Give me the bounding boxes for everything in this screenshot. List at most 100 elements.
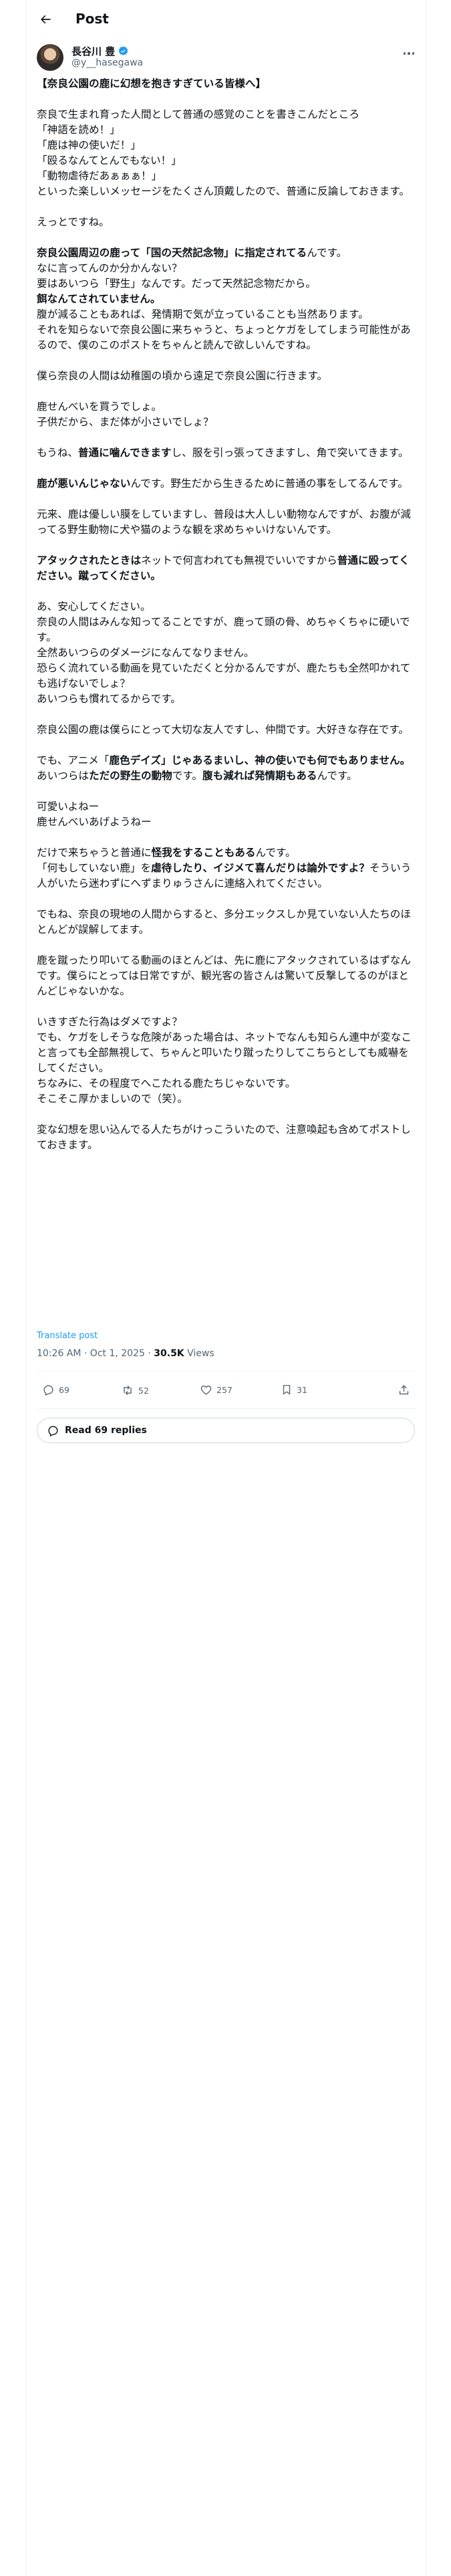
author-name-row[interactable]: 長谷川 豊 (71, 44, 129, 58)
text-segment: でもね、奈良の現地の人間からすると、多分エックスしか見ていない人たちのほとんどが… (37, 908, 411, 936)
bold-text: 奈良公園周辺の鹿って「国の天然記念物」に指定されてる (37, 247, 307, 259)
post-line: 要はあいつら「野生」なんです。だって天然記念物だから。 (37, 276, 416, 292)
reply-icon (42, 1384, 55, 1396)
views-count: 30.5K (154, 1348, 184, 1359)
repost-button[interactable]: 52 (121, 1384, 149, 1397)
reply-button[interactable]: 69 (42, 1384, 69, 1396)
author-row: 長谷川 豊 @y__hasegawa (37, 43, 418, 74)
post-line: 奈良で生まれ育った人間として普通の感覚のことを書きこんだところ (37, 107, 416, 122)
page-title: Post (76, 11, 109, 27)
post-line: 鹿せんべいを買うでしょ。 (37, 399, 416, 415)
translate-post-link[interactable]: Translate post (37, 1331, 98, 1341)
post-line: 可愛いよねー (37, 799, 416, 815)
post-column: Post 長谷川 豊 @y__hasegawa 【奈良公園の鹿に幻想を抱きすぎて… (25, 0, 426, 2576)
post-line: 僕ら奈良の人間は幼稚園の頃から遠足で奈良公園に行きます。 (37, 368, 416, 384)
post-line: もうね、普通に噛んできますし、服を引っ張ってきますし、角で突いてきます。 (37, 445, 416, 461)
text-segment: それを知らないで奈良公園に来ちゃうと、ちょっとケガをしてしまう可能性があるので、… (37, 324, 411, 351)
post-line: ちなみに、その程度でへこたれる鹿たちじゃないです。 (37, 1076, 416, 1091)
post-line: 【奈良公園の鹿に幻想を抱きすぎている皆様へ】 (37, 76, 416, 92)
text-segment: 腹が減ることもあれば、発情期で気が立っていることも当然あります。 (37, 308, 369, 320)
post-paragraph: 可愛いよねー 鹿せんべいあげようねー (37, 799, 416, 830)
post-line: でも、アニメ「鹿色デイズ」じゃあるまいし、神の使いでも何でもありません。あいつら… (37, 753, 416, 784)
post-line: 奈良の人間はみんな知ってることですが、鹿って頭の骨、めちゃくちゃに硬いです。 (37, 615, 416, 645)
text-segment: もうね、 (37, 447, 78, 459)
post-line: 鹿を蹴ったり叩いてる動画のほとんどは、先に鹿にアタックされているはずなんです。僕… (37, 953, 416, 999)
reply-bubble-icon (47, 1424, 59, 1437)
text-segment: んです。 (317, 770, 357, 782)
like-button[interactable]: 257 (200, 1384, 233, 1396)
text-segment: 僕ら奈良の人間は幼稚園の頃から遠足で奈良公園に行きます。 (37, 370, 328, 382)
post-line: 奈良公園の鹿は僕らにとって大切な友人ですし、仲間です。大好きな存在です。 (37, 722, 416, 738)
post-line: 餌なんてされていません。 (37, 292, 416, 307)
post-line: 全然あいつらのダメージになんてなりません。 (37, 645, 416, 661)
text-segment: んです。 (255, 847, 296, 859)
post-line: 「神語を読め！」 (37, 122, 416, 138)
post-paragraph: 鹿せんべいを買うでしょ。子供だから、まだ体が小さいでしょ？ (37, 399, 416, 430)
post-paragraph: 奈良で生まれ育った人間として普通の感覚のことを書きこんだところ 「神語を読め！」「… (37, 107, 416, 199)
timestamp[interactable]: 10:26 AM · Oct 1, 2025 (37, 1348, 145, 1359)
views-label: Views (184, 1348, 214, 1359)
post-line: それを知らないで奈良公園に来ちゃうと、ちょっとケガをしてしまう可能性があるので、… (37, 322, 416, 353)
text-segment: でも、アニメ「 (37, 754, 110, 766)
post-paragraph: 奈良公園の鹿は僕らにとって大切な友人ですし、仲間です。大好きな存在です。 (37, 722, 416, 738)
bold-text: 怪我をすることもある (151, 847, 256, 859)
post-line: いきすぎた行為はダメですよ？ (37, 1014, 416, 1030)
author-handle[interactable]: @y__hasegawa (71, 58, 143, 68)
text-segment: 「動物虐待だあぁぁぁ！」 (37, 170, 162, 182)
post-line: そこそこ厚かましいので（笑）。 (37, 1091, 416, 1107)
post-paragraph: えっとですね。 (37, 215, 416, 230)
text-segment: あ、安心してください。 (37, 601, 151, 613)
post-line: 「動物虐待だあぁぁぁ！」 (37, 169, 416, 184)
post-line: 鹿せんべいあげようねー (37, 815, 416, 830)
post-line: 鹿が悪いんじゃないんです。野生だから生きるために普通の事をしてるんです。 (37, 476, 416, 492)
bookmark-button[interactable]: 31 (281, 1384, 307, 1396)
post-line: なに言ってんのか分かんない？ (37, 261, 416, 276)
text-segment: 変な幻想を思い込んでる人たちがけっこういたので、注意喚起も含めてポストしておきま… (37, 1123, 411, 1151)
post-line: あ、安心してください。 (37, 599, 416, 615)
text-segment: 奈良で生まれ育った人間として普通の感覚のことを書きこんだところ (37, 108, 359, 120)
bold-text: 餌なんてされていません。 (37, 293, 161, 305)
post-paragraph: もうね、普通に噛んできますし、服を引っ張ってきますし、角で突いてきます。 (37, 445, 416, 461)
meta-separator: · (144, 1348, 154, 1359)
text-segment: だけで来ちゃうと普通に (37, 847, 152, 859)
repost-count: 52 (138, 1385, 149, 1396)
text-segment: 元来、鹿は優しい膜をしていますし、普段は大人しい動物なんですが、お腹が減ってる野… (37, 508, 411, 536)
bold-text: 腹も減れば発情期もある (202, 770, 317, 782)
text-segment: んです。 (307, 247, 347, 259)
post-text: 【奈良公園の鹿に幻想を抱きすぎている皆様へ】奈良で生まれ育った人間として普通の感… (37, 76, 416, 1168)
text-segment: し、服を引っ張ってきますし、角で突いてきます。 (171, 447, 409, 459)
read-replies-label: Read 69 replies (65, 1425, 147, 1436)
post-line: 子供だから、まだ体が小さいでしょ？ (37, 415, 416, 430)
bold-text: アタックされたときは (37, 554, 141, 566)
post-line: アタックされたときはネットで何言われても無視でいいですから普通に殴ってください。… (37, 553, 416, 584)
bold-text: 普通に噛んできます (78, 447, 172, 459)
post-line: だけで来ちゃうと普通に怪我をすることもあるんです。 (37, 845, 416, 861)
text-segment: 恐らく流れている動画を見ていただくと分かるんですが、鹿たちも全然叩かれても逃げな… (37, 662, 411, 689)
post-line: 恐らく流れている動画を見ていただくと分かるんですが、鹿たちも全然叩かれても逃げな… (37, 661, 416, 691)
text-segment: 奈良の人間はみんな知ってることですが、鹿って頭の骨、めちゃくちゃに硬いです。 (37, 616, 410, 643)
avatar[interactable] (37, 44, 63, 71)
bookmark-icon (281, 1384, 293, 1396)
text-segment: ちなみに、その程度でへこたれる鹿たちじゃないです。 (37, 1077, 296, 1089)
back-arrow-icon[interactable] (35, 9, 55, 29)
post-paragraph: いきすぎた行為はダメですよ？ でも、ケガをしそうな危険があった場合は、ネットでなん… (37, 1014, 416, 1107)
reply-count: 69 (59, 1385, 69, 1395)
post-line: でも、ケガをしそうな危険があった場合は、ネットでなんも知らん連中が変なこと言って… (37, 1030, 416, 1076)
text-segment: あいつらも慣れてるからです。 (37, 693, 181, 705)
text-segment: 「何もしていない鹿」を (37, 862, 152, 874)
text-segment: 鹿せんべいあげようねー (37, 816, 152, 828)
text-segment: 「神語を読め！」 (37, 124, 120, 136)
post-paragraph: 変な幻想を思い込んでる人たちがけっこういたので、注意喚起も含めてポストしておきま… (37, 1122, 416, 1153)
text-segment: 鹿せんべいを買うでしょ。 (37, 401, 162, 413)
bold-text: 鹿色デイズ」じゃあるまいし、神の使いでも何でもありません。 (109, 754, 411, 766)
author-name[interactable]: 長谷川 豊 (71, 44, 115, 58)
post-line: 「何もしていない鹿」を虐待したり、イジメて喜んだりは論外ですよ？そういう人がいた… (37, 861, 416, 891)
post-line: あいつらも慣れてるからです。 (37, 691, 416, 707)
post-paragraph: 鹿を蹴ったり叩いてる動画のほとんどは、先に鹿にアタックされているはずなんです。僕… (37, 953, 416, 999)
text-segment: 奈良公園の鹿は僕らにとって大切な友人ですし、仲間です。大好きな存在です。 (37, 724, 410, 736)
more-options-icon[interactable] (400, 47, 418, 60)
read-replies-button[interactable]: Read 69 replies (37, 1418, 415, 1443)
post-meta: 10:26 AM · Oct 1, 2025 · 30.5K Views (37, 1348, 214, 1359)
text-segment: 鹿を蹴ったり叩いてる動画のほとんどは、先に鹿にアタックされているはずなんです。僕… (37, 954, 411, 997)
share-button[interactable] (398, 1384, 410, 1396)
